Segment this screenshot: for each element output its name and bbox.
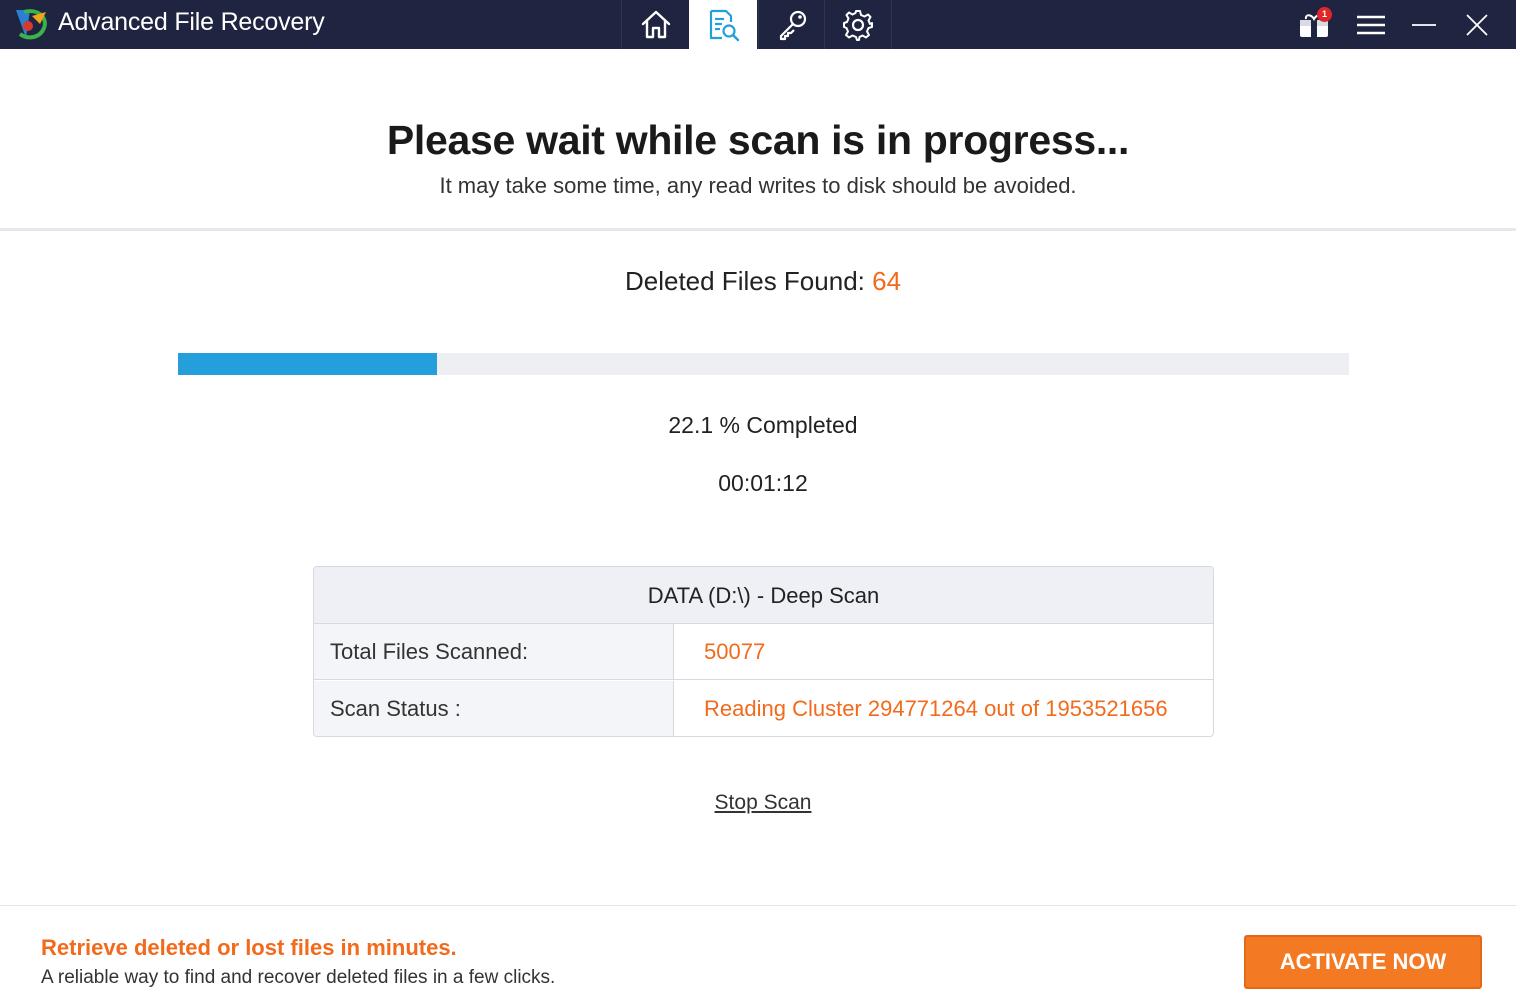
promo-title: Retrieve deleted or lost files in minute… xyxy=(41,935,457,960)
tab-settings[interactable] xyxy=(824,0,892,49)
total-files-value: 50077 xyxy=(704,639,766,664)
promo-subtitle: A reliable way to find and recover delet… xyxy=(41,967,556,988)
scan-info-table: DATA (D:\) - Deep Scan Total Files Scann… xyxy=(313,566,1214,737)
scan-status-label: Scan Status : xyxy=(314,681,674,736)
stop-scan-wrapper: Stop Scan xyxy=(0,791,1516,815)
hamburger-menu-icon xyxy=(1357,15,1385,35)
page-subtitle: It may take some time, any read writes t… xyxy=(439,173,1077,198)
table-row: Scan Status : Reading Cluster 294771264 … xyxy=(314,681,1213,736)
elapsed-time: 00:01:12 xyxy=(718,470,808,496)
page-title: Please wait while scan is in progress... xyxy=(386,117,1130,163)
scan-drive-title: DATA (D:\) - Deep Scan xyxy=(314,567,1213,624)
scan-status-value: Reading Cluster 294771264 out of 1953521… xyxy=(704,696,1168,721)
tab-register[interactable] xyxy=(758,0,826,49)
found-label: Deleted Files Found: xyxy=(624,266,865,296)
close-icon xyxy=(1466,14,1488,36)
minimize-icon xyxy=(1412,24,1436,26)
scan-progress-fill xyxy=(178,353,437,375)
app-title: Advanced File Recovery xyxy=(58,8,325,36)
menu-button[interactable] xyxy=(1351,5,1391,45)
activate-now-button[interactable]: ACTIVATE NOW xyxy=(1244,935,1482,989)
scan-document-icon xyxy=(709,9,740,41)
header-divider xyxy=(0,228,1516,231)
app-logo-icon xyxy=(10,4,52,44)
home-icon xyxy=(641,10,670,38)
percent-completed: 22.1 % Completed xyxy=(668,412,858,438)
title-bar: Advanced File Recovery 1 xyxy=(0,0,1516,49)
total-files-label: Total Files Scanned: xyxy=(314,624,674,679)
close-button[interactable] xyxy=(1457,5,1497,45)
gear-icon xyxy=(843,9,873,41)
table-row: Total Files Scanned: 50077 xyxy=(314,624,1213,680)
footer-divider xyxy=(0,905,1516,906)
notification-badge: 1 xyxy=(1317,7,1332,22)
tab-home[interactable] xyxy=(621,0,689,49)
key-icon xyxy=(779,10,806,40)
deleted-files-found: Deleted Files Found: 64 xyxy=(0,266,1516,297)
minimize-button[interactable] xyxy=(1404,5,1444,45)
scan-progress-bar xyxy=(178,353,1349,375)
gift-button[interactable]: 1 xyxy=(1294,5,1334,45)
stop-scan-link[interactable]: Stop Scan xyxy=(715,791,812,814)
tab-scan[interactable] xyxy=(689,0,757,49)
found-count: 64 xyxy=(872,266,902,296)
